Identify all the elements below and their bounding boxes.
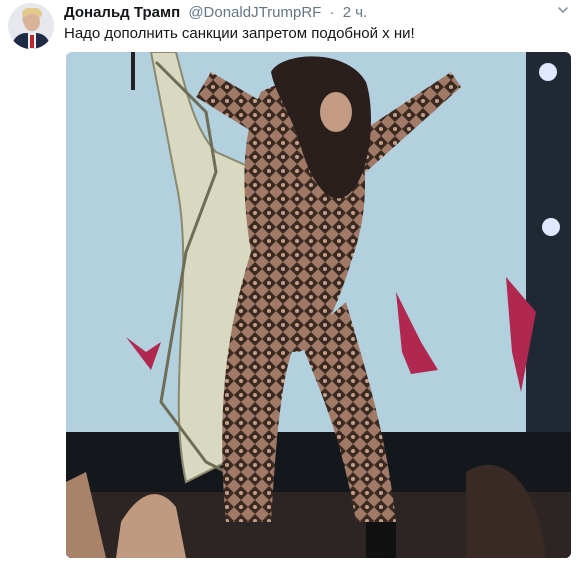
photo-illustration bbox=[66, 52, 571, 558]
avatar[interactable] bbox=[8, 3, 54, 49]
tweet-text: Надо дополнить санкции запретом подобной… bbox=[64, 25, 415, 42]
tweet-header: Дональд Трамп @DonaldJTrumpRF · 2 ч. bbox=[64, 4, 367, 22]
tweet[interactable]: Дональд Трамп @DonaldJTrumpRF · 2 ч. Над… bbox=[0, 0, 579, 565]
avatar-face bbox=[24, 14, 40, 31]
tweet-photo[interactable] bbox=[66, 52, 571, 558]
avatar-tie bbox=[30, 35, 34, 48]
display-name[interactable]: Дональд Трамп bbox=[64, 4, 180, 21]
timestamp[interactable]: 2 ч. bbox=[343, 4, 368, 21]
user-handle[interactable]: @DonaldJTrumpRF bbox=[188, 4, 321, 21]
separator-dot: · bbox=[329, 4, 335, 21]
chevron-down-icon[interactable] bbox=[557, 4, 569, 16]
